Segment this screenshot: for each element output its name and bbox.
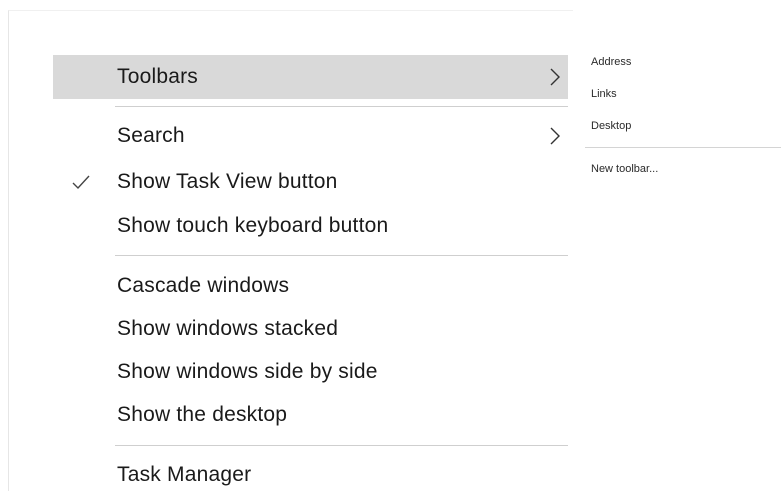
submenu-item-label: Desktop [591, 120, 632, 132]
submenu-item-address[interactable]: Address [591, 52, 631, 72]
submenu-item-links[interactable]: Links [591, 84, 617, 104]
chevron-right-icon [550, 68, 560, 86]
menu-item-label: Search [117, 124, 185, 147]
submenu-item-new-toolbar[interactable]: New toolbar... [591, 159, 658, 179]
chevron-right-icon [550, 127, 560, 145]
submenu-item-label: Address [591, 56, 632, 68]
checkmark-icon [72, 175, 90, 190]
menu-item-show-touch-keyboard-button[interactable]: Show touch keyboard button [53, 204, 568, 248]
submenu-item-label: Links [591, 88, 617, 100]
menu-item-show-windows-stacked[interactable]: Show windows stacked [53, 307, 568, 351]
menu-item-label: Task Manager [117, 463, 252, 486]
menu-separator [115, 255, 568, 256]
toolbars-submenu: Address Links Desktop New toolbar... [585, 48, 781, 198]
menu-item-label: Toolbars [117, 65, 198, 88]
menu-separator [115, 445, 568, 446]
menu-item-search[interactable]: Search [53, 114, 568, 158]
submenu-separator [585, 147, 781, 148]
menu-item-label: Show windows side by side [117, 360, 378, 383]
menu-item-show-task-view-button[interactable]: Show Task View button [53, 160, 568, 204]
taskbar-context-menu: Toolbars Search Show Task View button Sh… [8, 10, 573, 491]
menu-item-label: Show touch keyboard button [117, 214, 389, 237]
menu-item-label: Show Task View button [117, 170, 338, 193]
submenu-item-label: New toolbar... [591, 163, 659, 175]
menu-item-label: Cascade windows [117, 274, 290, 297]
menu-separator [115, 106, 568, 107]
menu-item-show-windows-side-by-side[interactable]: Show windows side by side [53, 350, 568, 394]
menu-item-label: Show the desktop [117, 403, 288, 426]
submenu-item-desktop[interactable]: Desktop [591, 116, 631, 136]
menu-item-toolbars[interactable]: Toolbars [53, 55, 568, 99]
menu-item-task-manager[interactable]: Task Manager [53, 453, 568, 497]
menu-item-show-the-desktop[interactable]: Show the desktop [53, 393, 568, 437]
menu-item-cascade-windows[interactable]: Cascade windows [53, 264, 568, 308]
menu-item-label: Show windows stacked [117, 317, 339, 340]
